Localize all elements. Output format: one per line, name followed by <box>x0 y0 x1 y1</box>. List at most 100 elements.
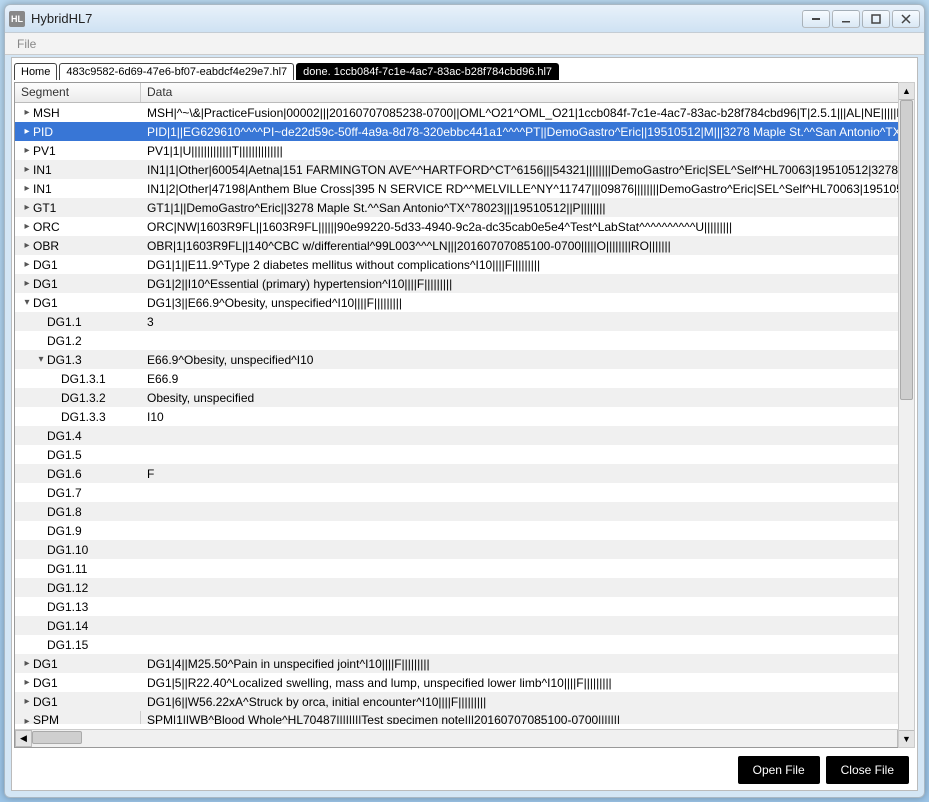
segment-label: IN1 <box>33 163 52 177</box>
segment-label: DG1.7 <box>47 486 82 500</box>
table-row[interactable]: DG1.8 <box>15 502 914 521</box>
table-row[interactable]: DG1.5 <box>15 445 914 464</box>
minimize-button[interactable] <box>832 10 860 28</box>
data-cell: Obesity, unspecified <box>141 389 914 407</box>
data-cell: OBR|1|1603R9FL||140^CBC w/differential^9… <box>141 237 914 255</box>
hscroll-thumb[interactable] <box>32 731 82 744</box>
expand-icon[interactable]: ▸ <box>21 716 33 724</box>
expand-icon[interactable]: ▸ <box>21 183 33 194</box>
close-file-button[interactable]: Close File <box>826 756 909 784</box>
segment-cell: DG1.3.1 <box>15 370 141 388</box>
expand-icon[interactable]: ▸ <box>21 278 33 289</box>
table-row-partial[interactable]: ▸SPMSPM|1||WB^Blood Whole^HL70487|||||||… <box>15 711 914 724</box>
vertical-scrollbar[interactable]: ▲ ▼ <box>898 82 915 748</box>
table-row[interactable]: DG1.10 <box>15 540 914 559</box>
table-row[interactable]: DG1.3.2Obesity, unspecified <box>15 388 914 407</box>
table-row[interactable]: DG1.13 <box>15 597 914 616</box>
segment-label: ORC <box>33 220 60 234</box>
segment-label: DG1.12 <box>47 581 88 595</box>
table-row[interactable]: DG1.4 <box>15 426 914 445</box>
expand-icon[interactable]: ▸ <box>21 696 33 707</box>
data-cell <box>141 339 914 343</box>
table-row[interactable]: ▸DG1DG1|2||I10^Essential (primary) hyper… <box>15 274 914 293</box>
segment-label: DG1 <box>33 695 58 709</box>
segment-cell: ▸DG1 <box>15 256 141 274</box>
table-row[interactable]: ▸GT1GT1|1||DemoGastro^Eric||3278 Maple S… <box>15 198 914 217</box>
table-row[interactable]: DG1.14 <box>15 616 914 635</box>
table-row[interactable]: DG1.12 <box>15 578 914 597</box>
expand-icon[interactable]: ▸ <box>21 221 33 232</box>
menu-file[interactable]: File <box>11 35 42 53</box>
titlebar[interactable]: HL HybridHL7 <box>5 5 924 33</box>
expand-icon[interactable]: ▸ <box>21 107 33 118</box>
expand-icon[interactable]: ▸ <box>21 658 33 669</box>
expand-icon[interactable]: ▸ <box>21 259 33 270</box>
segment-cell: ▸PID <box>15 123 141 141</box>
table-row[interactable]: DG1.3.3I10 <box>15 407 914 426</box>
data-cell <box>141 453 914 457</box>
expand-icon[interactable]: ▸ <box>21 240 33 251</box>
column-header-data[interactable]: Data <box>141 83 914 102</box>
table-row[interactable]: ▸MSHMSH|^~\&|PracticeFusion|00002|||2016… <box>15 103 914 122</box>
tab-2[interactable]: done. 1ccb084f-7c1e-4ac7-83ac-b28f784cbd… <box>296 63 559 80</box>
table-row[interactable]: ▸PV1PV1|1|U|||||||||||||T|||||||||||||| <box>15 141 914 160</box>
segment-label: DG1.6 <box>47 467 82 481</box>
table-row[interactable]: DG1.9 <box>15 521 914 540</box>
collapse-icon[interactable]: ▾ <box>35 354 47 365</box>
table-row[interactable]: DG1.7 <box>15 483 914 502</box>
table-row[interactable]: DG1.3.1E66.9 <box>15 369 914 388</box>
table-row[interactable]: ▸DG1 DG1|6||W56.22xA^Struck by orca, init… <box>15 692 914 711</box>
open-file-button[interactable]: Open File <box>738 756 820 784</box>
scroll-down-icon[interactable]: ▼ <box>899 730 914 747</box>
segment-cell: ▸IN1 <box>15 180 141 198</box>
scroll-up-icon[interactable]: ▲ <box>899 83 914 100</box>
column-header-segment[interactable]: Segment <box>15 83 141 102</box>
collapse-icon[interactable]: ▾ <box>21 297 33 308</box>
table-row[interactable]: ▸OBR OBR|1|1603R9FL||140^CBC w/differenti… <box>15 236 914 255</box>
table-row[interactable]: ▸PIDPID|1||EG629610^^^^PI~de22d59c-50ff-… <box>15 122 914 141</box>
table-row[interactable]: ▾DG1.3E66.9^Obesity, unspecified^I10 <box>15 350 914 369</box>
vscroll-track[interactable] <box>899 100 914 730</box>
maximize-button[interactable] <box>862 10 890 28</box>
hscroll-track[interactable] <box>32 730 897 747</box>
table-row[interactable]: ▸IN1IN1|2|Other|47198|Anthem Blue Cross|… <box>15 179 914 198</box>
table-row[interactable]: DG1.15 <box>15 635 914 654</box>
segment-cell: DG1.6 <box>15 465 141 483</box>
expand-icon[interactable]: ▸ <box>21 164 33 175</box>
table-row[interactable]: ▸IN1IN1|1|Other|60054|Aetna|151 FARMINGT… <box>15 160 914 179</box>
data-cell: DG1|6||W56.22xA^Struck by orca, initial … <box>141 693 914 711</box>
table-row[interactable]: DG1.6F <box>15 464 914 483</box>
tab-1[interactable]: 483c9582-6d69-47e6-bf07-eabdcf4e29e7.hl7 <box>59 63 294 80</box>
data-cell: DG1|3||E66.9^Obesity, unspecified^I10|||… <box>141 294 914 312</box>
vscroll-thumb[interactable] <box>900 100 913 400</box>
scroll-left-icon[interactable]: ◀ <box>15 730 32 747</box>
app-icon: HL <box>9 11 25 27</box>
table-row[interactable]: DG1.11 <box>15 559 914 578</box>
table-row[interactable]: ▸DG1DG1|1||E11.9^Type 2 diabetes mellitu… <box>15 255 914 274</box>
table-row[interactable]: ▸ORCORC|NW|1603R9FL||1603R9FL||||||90e99… <box>15 217 914 236</box>
horizontal-scrollbar[interactable]: ◀ ▶ <box>15 729 914 746</box>
data-cell: DG1|2||I10^Essential (primary) hypertens… <box>141 275 914 293</box>
expand-icon[interactable]: ▸ <box>21 126 33 137</box>
segment-cell: ▸GT1 <box>15 199 141 217</box>
aux-button[interactable] <box>802 10 830 28</box>
grid-body[interactable]: ▸MSHMSH|^~\&|PracticeFusion|00002|||2016… <box>15 103 914 729</box>
segment-label: DG1 <box>33 258 58 272</box>
expand-icon[interactable]: ▸ <box>21 145 33 156</box>
expand-icon[interactable]: ▸ <box>21 677 33 688</box>
segment-label: DG1.3.1 <box>61 372 106 386</box>
segment-label: OBR <box>33 239 59 253</box>
close-button[interactable] <box>892 10 920 28</box>
segment-cell: DG1.9 <box>15 522 141 540</box>
tab-0[interactable]: Home <box>14 63 57 80</box>
table-row[interactable]: ▸DG1DG1|4||M25.50^Pain in unspecified jo… <box>15 654 914 673</box>
table-row[interactable]: DG1.2 <box>15 331 914 350</box>
segment-label: DG1.14 <box>47 619 88 633</box>
segment-cell: DG1.14 <box>15 617 141 635</box>
expand-icon[interactable]: ▸ <box>21 202 33 213</box>
table-row[interactable]: ▾DG1DG1|3||E66.9^Obesity, unspecified^I1… <box>15 293 914 312</box>
table-row[interactable]: ▸DG1DG1|5||R22.40^Localized swelling, ma… <box>15 673 914 692</box>
table-row[interactable]: DG1.13 <box>15 312 914 331</box>
data-cell: E66.9^Obesity, unspecified^I10 <box>141 351 914 369</box>
segment-label: DG1.5 <box>47 448 82 462</box>
